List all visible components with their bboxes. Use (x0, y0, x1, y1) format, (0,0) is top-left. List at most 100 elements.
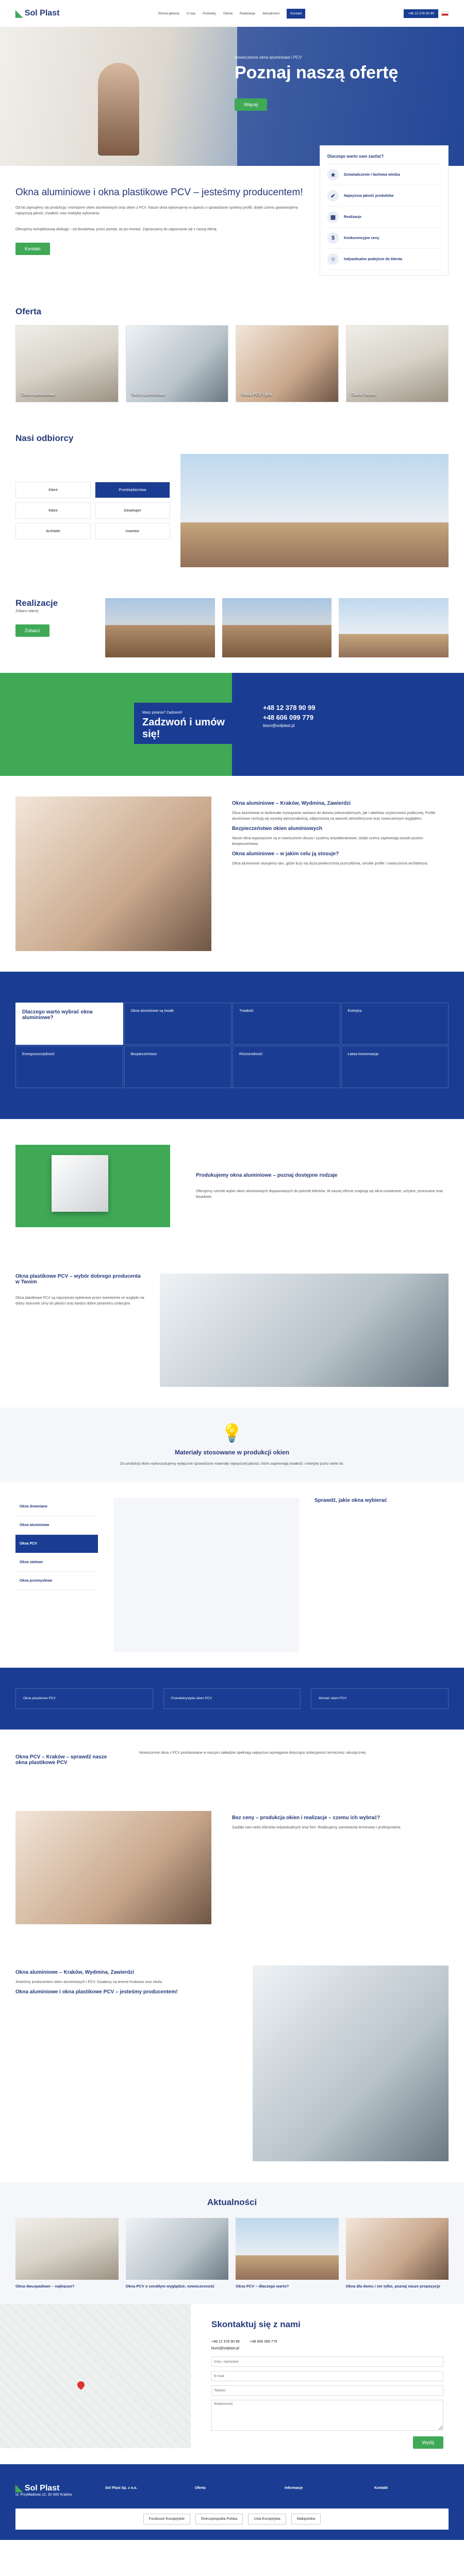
krakow-text: Jesteśmy producentem okien aluminiowych … (15, 1980, 163, 1984)
contact-phone-2[interactable]: +48 606 099 779 (250, 2340, 277, 2344)
types-content (113, 1498, 299, 1652)
main-menu: Strona główna O nas Produkty Oferta Real… (158, 8, 306, 19)
cta-email[interactable]: biuro@solplast.pl (263, 723, 433, 728)
pvc-krakow-section: Okna PCV – Kraków – sprawdź nasze okna p… (0, 1730, 464, 1790)
message-field[interactable] (211, 2400, 443, 2431)
client-tile-active[interactable]: Przedsiębiorstwa (95, 482, 170, 498)
header: ◣ Sol Plast Strona główna O nas Produkty … (0, 0, 464, 27)
news-item[interactable]: Okna dla domu i nie tylko, poznaj nasze … (345, 2218, 449, 2289)
pvc-krakow-title: Okna PCV – Kraków – sprawdź nasze okna p… (15, 1754, 107, 1766)
info-card: Okna plastikowe PCV (15, 1688, 153, 1709)
realization-photo[interactable] (222, 598, 332, 657)
cta-phone-1[interactable]: +48 12 378 90 99 (263, 704, 433, 711)
type-tab-active[interactable]: Okna PCV (15, 1535, 98, 1553)
contact-email[interactable]: biuro@solplast.pl (211, 2347, 443, 2350)
eu-logos: Fundusze Europejskie Rzeczpospolita Pols… (15, 2509, 449, 2530)
eu-logo: Małopolska (291, 2514, 321, 2524)
pvc-section: Okna plastikowe PCV – wybór dobrego prod… (0, 1253, 464, 1408)
materials-section: 💡 Materiały stosowane w produkcji okien … (0, 1408, 464, 1482)
clients-title: Nasi odbiorcy (15, 433, 74, 443)
client-tile[interactable]: Inwestor (95, 523, 170, 539)
price-icon: $ (327, 232, 339, 244)
footer-col-title: Oferta (195, 2486, 206, 2490)
about-text-1: Okna aluminiowe to doskonałe rozwiązanie… (232, 811, 436, 821)
realizations-sub: Zobacz więcej (15, 609, 39, 613)
cta-box: Masz pytania? Zadzwoń! Zadzwoń i umów si… (134, 703, 253, 744)
types-title: Sprawdź, jakie okna wybierać (314, 1498, 387, 1503)
news-title: Aktualności (207, 2197, 257, 2207)
footer: ◣ Sol Plast ul. Przykładowa 12, 32-000 Kr… (0, 2464, 464, 2540)
hero-subtitle: Nowoczesne okna aluminiowe i PCV (235, 55, 302, 60)
phone-button[interactable]: +48 12 378 90 99 (404, 9, 438, 18)
news-item[interactable]: Okna PCV o smukłym wyglądzie, nowoczesno… (125, 2218, 228, 2289)
realization-photo[interactable] (105, 598, 215, 657)
send-button[interactable]: Wyślij (412, 2436, 443, 2449)
footer-logo-mark-icon: ◣ (15, 2483, 23, 2493)
cta-small: Masz pytania? Zadzwoń! (142, 711, 183, 715)
footer-address: ul. Przykładowa 12, 32-000 Kraków (15, 2493, 72, 2497)
menu-item-products[interactable]: Produkty (203, 12, 216, 15)
offer-title: Oferta (15, 307, 42, 316)
client-tile[interactable]: Klient (15, 502, 91, 519)
advantage-item: Energooszczędność (15, 1046, 123, 1088)
type-tab[interactable]: Okna przemysłowe (15, 1572, 98, 1590)
realizations-title: Realizacje (15, 598, 58, 608)
contact-title: Skontaktuj się z nami (211, 2319, 301, 2329)
offer-card[interactable]: Okna aluminiowe (15, 325, 119, 402)
quality-icon: ✔ (327, 190, 339, 201)
flag-icon[interactable] (441, 11, 449, 16)
cta-phone-2[interactable]: +48 606 099 779 (263, 714, 433, 721)
offer-card[interactable]: Okna i drzwi (345, 325, 449, 402)
hero-title: Poznaj naszą ofertę (235, 63, 399, 82)
type-tab[interactable]: Okna drewniane (15, 1498, 98, 1516)
map-pin-icon (76, 2380, 86, 2390)
advantages-title: Dlaczego warto wybrać okna aluminiowe? (15, 1003, 123, 1045)
building-icon: ▦ (327, 211, 339, 223)
email-field[interactable] (211, 2371, 443, 2381)
client-tile[interactable]: Klient (15, 482, 91, 498)
menu-item-news[interactable]: Aktualności (262, 12, 279, 15)
name-field[interactable] (211, 2357, 443, 2367)
contact-phone-1[interactable]: +48 12 378 90 99 (211, 2340, 240, 2344)
pvc-text: Okna plastikowe PCV są najczęściej wybie… (15, 1296, 144, 1306)
news-section: Aktualności Okna dwuspadowe – najlepsze?… (0, 2182, 464, 2304)
realizations-button[interactable]: Zobacz (15, 624, 49, 637)
client-tile[interactable]: Architekt (15, 523, 91, 539)
map[interactable] (0, 2304, 191, 2448)
realization-photo[interactable] (339, 598, 449, 657)
eu-logo: Unia Europejska (248, 2514, 286, 2524)
krakow-title: Okna aluminiowe – Kraków, Wydmina, Zawie… (15, 1970, 135, 1975)
contact-section: Skontaktuj się z nami +48 12 378 90 99 +… (0, 2304, 464, 2464)
offer-card[interactable]: Okna PCV i pcv (236, 325, 339, 402)
news-image (15, 2218, 119, 2280)
advantage-item: Różnorodność (233, 1046, 340, 1088)
news-image (345, 2218, 449, 2280)
about-heading-3: Okna aluminiowe – w jakim celu ją stosuj… (232, 851, 339, 857)
menu-item-contact[interactable]: Kontakt (287, 8, 306, 19)
intro-contact-button[interactable]: Kontakt (15, 243, 50, 255)
footer-logo[interactable]: Sol Plast (25, 2484, 60, 2493)
news-item[interactable]: Okna dwuspadowe – najlepsze? (15, 2218, 119, 2289)
offer-card[interactable]: Okna aluminiowe (125, 325, 228, 402)
menu-item-offer[interactable]: Oferta (223, 12, 233, 15)
type-tab[interactable]: Okna stalowe (15, 1553, 98, 1572)
clients-photo (180, 454, 449, 567)
menu-item-home[interactable]: Strona główna (158, 12, 179, 15)
eu-logo: Rzeczpospolita Polska (195, 2514, 243, 2524)
header-phone: +48 12 378 90 99 (404, 9, 449, 18)
menu-item-realizations[interactable]: Realizacje (240, 12, 255, 15)
type-tab[interactable]: Okna aluminiowe (15, 1516, 98, 1535)
intro: Okna aluminiowe i okna plastikowe PCV – … (0, 145, 464, 291)
phone-field[interactable] (211, 2385, 443, 2396)
news-item[interactable]: Okna PCV – dlaczego warto? (236, 2218, 339, 2289)
call-cta: Masz pytania? Zadzwoń! Zadzwoń i umów si… (0, 673, 464, 776)
choice-title: Bez ceny – produkcja okien i realizacje … (232, 1815, 380, 1821)
pvc-krakow-text: Nowoczesne okna z PCV produkowane w nasz… (139, 1751, 367, 1755)
realizations-section: Realizacje Zobacz więcej Zobacz (0, 583, 464, 673)
menu-item-about[interactable]: O nas (187, 12, 195, 15)
types-section: Okna drewniane Okna aluminiowe Okna PCV … (0, 1482, 464, 1668)
logo[interactable]: ◣ Sol Plast (15, 8, 59, 19)
materials-text: Do produkcji okien wykorzystujemy wyłącz… (120, 1462, 344, 1466)
hero-button[interactable]: Więcej (235, 98, 268, 111)
client-tile[interactable]: Deweloper (95, 502, 170, 519)
